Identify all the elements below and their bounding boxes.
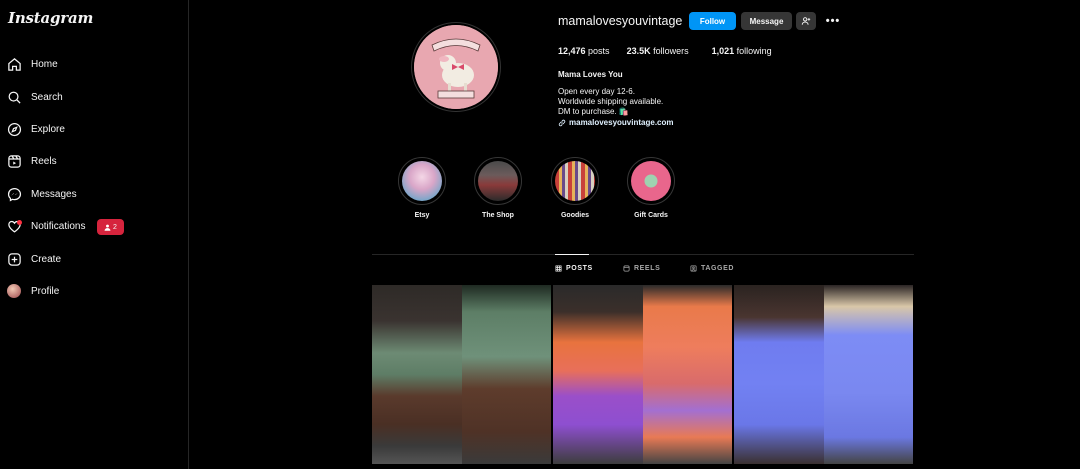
sidebar-item-explore[interactable]: Explore <box>6 117 176 141</box>
compass-icon <box>6 121 22 137</box>
tab-posts[interactable]: POSTS <box>555 265 593 272</box>
tabs-divider <box>372 254 914 255</box>
instagram-logo[interactable]: Instagram <box>8 9 93 27</box>
grid-icon <box>555 265 562 272</box>
highlight-ring <box>398 157 446 205</box>
profile-avatar[interactable] <box>412 23 500 111</box>
post-thumbnail[interactable] <box>734 285 913 464</box>
following-count: 1,021 <box>711 46 735 56</box>
tab-reels[interactable]: REELS <box>623 265 660 272</box>
tab-label: TAGGED <box>701 265 735 272</box>
more-icon: ••• <box>825 15 841 27</box>
highlight-thumbnail <box>402 161 442 201</box>
posts-label: posts <box>588 46 610 56</box>
followers-stat[interactable]: 23.5K followers <box>627 46 689 56</box>
bio-line: Worldwide shipping available. <box>558 97 664 106</box>
profile-bio: Open every day 12-6. Worldwide shipping … <box>558 87 663 117</box>
avatar-icon <box>6 283 22 299</box>
notification-dot <box>17 220 22 225</box>
add-user-icon <box>801 17 811 25</box>
sidebar-item-label: Create <box>31 253 62 265</box>
highlight-label: Goodies <box>560 212 589 219</box>
following-stat[interactable]: 1,021 following <box>712 46 772 56</box>
following-label: following <box>736 46 772 56</box>
suggested-accounts-button[interactable] <box>796 12 816 30</box>
messenger-icon <box>6 186 22 202</box>
sidebar-item-label: Explore <box>31 123 65 135</box>
followers-count: 23.5K <box>626 46 651 56</box>
home-icon <box>6 56 22 72</box>
highlight-label: Etsy <box>414 212 430 219</box>
sidebar-item-label: Profile <box>31 285 60 297</box>
sidebar-item-label: Notifications <box>31 220 86 232</box>
sidebar-item-label: Messages <box>31 188 77 200</box>
highlight-thumbnail <box>631 161 671 201</box>
highlight-thumbnail <box>555 161 595 201</box>
active-tab-indicator <box>555 254 589 255</box>
post-thumbnail[interactable] <box>553 285 732 464</box>
sidebar-item-home[interactable]: Home <box>6 52 176 76</box>
highlight-label: The Shop <box>482 212 514 219</box>
highlight-the-shop[interactable]: The Shop <box>474 157 522 219</box>
tagged-icon <box>690 265 697 272</box>
highlight-ring <box>627 157 675 205</box>
search-icon <box>6 89 22 105</box>
followers-label: followers <box>653 46 689 56</box>
profile-website-link[interactable]: mamalovesyouvintage.com <box>558 118 673 127</box>
sidebar-item-reels[interactable]: Reels <box>6 149 176 173</box>
tab-label: POSTS <box>566 265 593 272</box>
sidebar-item-label: Reels <box>31 155 57 167</box>
profile-username: mamalovesyouvintage <box>558 14 683 28</box>
sidebar-item-label: Search <box>31 91 63 103</box>
link-icon <box>558 119 566 126</box>
notification-badge[interactable]: 2 <box>97 219 124 235</box>
bio-line: DM to purchase. 🛍️ <box>558 107 629 116</box>
highlight-etsy[interactable]: Etsy <box>398 157 446 219</box>
post-thumbnail[interactable] <box>372 285 551 464</box>
posts-stat: 12,476 posts <box>558 46 610 56</box>
sidebar-item-label: Home <box>31 58 58 70</box>
highlight-ring <box>474 157 522 205</box>
plus-square-icon <box>6 251 22 267</box>
message-button[interactable]: Message <box>741 12 792 30</box>
bio-line: Open every day 12-6. <box>558 87 635 96</box>
profile-stats: 12,476 posts 23.5K followers 1,021 follo… <box>558 46 772 56</box>
sidebar-item-create[interactable]: Create <box>6 247 176 271</box>
sidebar-item-search[interactable]: Search <box>6 85 176 109</box>
profile-full-name: Mama Loves You <box>558 70 623 79</box>
reels-icon <box>6 153 22 169</box>
notification-count: 2 <box>113 223 117 231</box>
tab-tagged[interactable]: TAGGED <box>690 265 734 272</box>
highlight-ring <box>551 157 599 205</box>
follow-button[interactable]: Follow <box>689 12 736 30</box>
posts-count: 12,476 <box>558 46 586 56</box>
sidebar: Instagram Home Search Explore Reels Mess… <box>0 0 189 469</box>
tab-label: REELS <box>634 265 661 272</box>
highlight-thumbnail <box>478 161 518 201</box>
highlight-gift-cards[interactable]: Gift Cards <box>627 157 675 219</box>
highlight-goodies[interactable]: Goodies <box>551 157 599 219</box>
sidebar-item-notifications[interactable]: Notifications <box>6 214 176 238</box>
reels-icon <box>623 265 630 272</box>
person-icon <box>104 224 111 231</box>
more-options-button[interactable]: ••• <box>823 12 843 30</box>
link-text: mamalovesyouvintage.com <box>569 118 674 127</box>
sidebar-item-profile[interactable]: Profile <box>6 279 176 303</box>
highlight-label: Gift Cards <box>634 212 668 219</box>
sidebar-item-messages[interactable]: Messages <box>6 182 176 206</box>
